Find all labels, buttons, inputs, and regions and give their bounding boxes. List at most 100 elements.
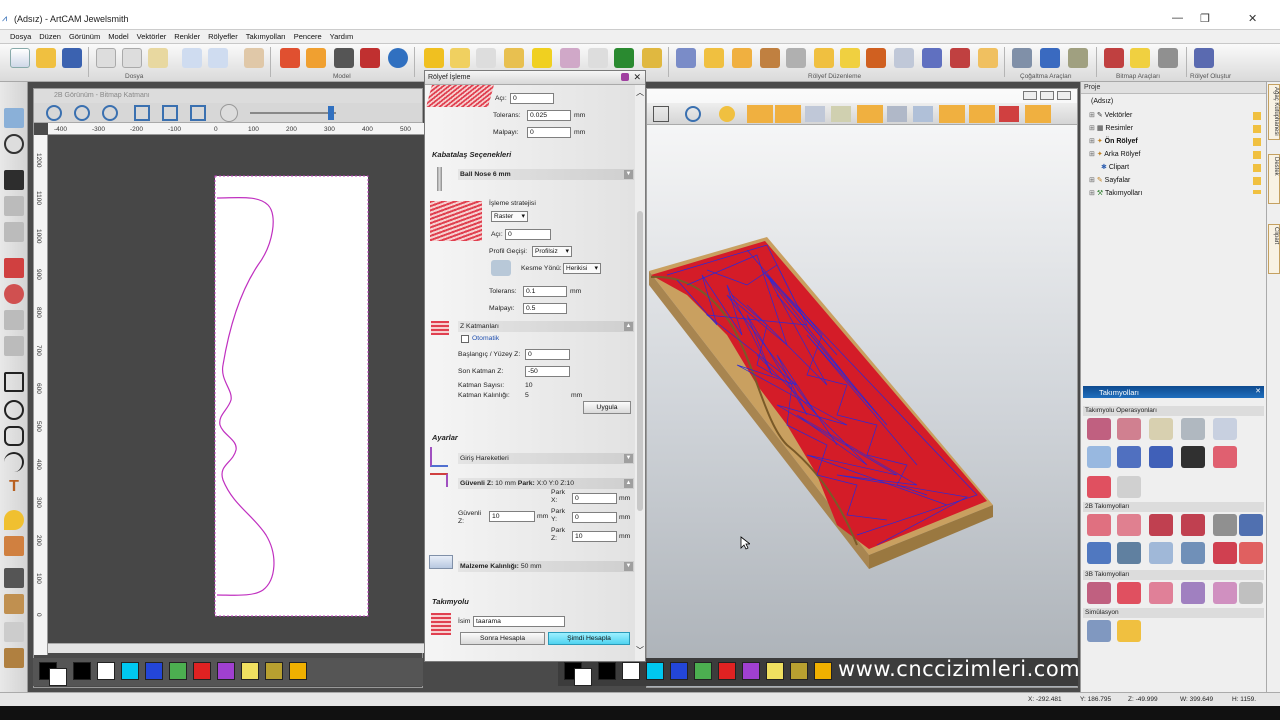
relief-sweep-icon[interactable] xyxy=(450,48,470,68)
view-3d-minimize-button[interactable] xyxy=(1023,91,1037,100)
otomatik-checkbox[interactable] xyxy=(461,335,469,343)
menu-yardim[interactable]: Yardım xyxy=(326,30,358,43)
guvenli-z-bar[interactable]: Güvenli Z: 10 mm Park: X:0 Y:0 Z:10 ▲ xyxy=(458,478,634,489)
relief-edit-4-icon[interactable] xyxy=(760,48,780,68)
redo-icon[interactable] xyxy=(208,48,228,68)
view-mode-2-icon[interactable] xyxy=(775,105,801,123)
menu-rolyefler[interactable]: Rölyefler xyxy=(204,30,242,43)
toolpath-op-1-icon[interactable] xyxy=(1087,418,1111,440)
drawing-canvas[interactable] xyxy=(48,135,424,643)
menu-vektorler[interactable]: Vektörler xyxy=(133,30,171,43)
giris-expand-icon[interactable]: ▼ xyxy=(624,454,633,463)
toolpath-2d-7-icon[interactable] xyxy=(1087,542,1111,564)
toolpath-2d-8-icon[interactable] xyxy=(1117,542,1141,564)
swatch-olive[interactable] xyxy=(790,662,808,680)
aci-input[interactable]: 0 xyxy=(505,229,551,240)
toolpath-2d-5-icon[interactable] xyxy=(1213,514,1237,536)
open-folder-icon[interactable] xyxy=(36,48,56,68)
relief-spin-icon[interactable] xyxy=(504,48,524,68)
visibility-icons[interactable] xyxy=(1253,112,1261,194)
toolpath-2d-1-icon[interactable] xyxy=(1087,514,1111,536)
menu-dosya[interactable]: Dosya xyxy=(6,30,35,43)
swatch-white-secondary[interactable] xyxy=(574,668,592,686)
zoom-page-icon[interactable] xyxy=(134,105,150,121)
toolpath-op-6-icon[interactable] xyxy=(1087,446,1111,468)
relief-cross-icon[interactable] xyxy=(476,48,496,68)
relief-create-icon[interactable] xyxy=(1194,48,1214,68)
view-mode-11-icon[interactable] xyxy=(1025,105,1051,123)
target-icon[interactable] xyxy=(4,134,24,154)
view-mode-4-icon[interactable] xyxy=(831,106,851,122)
toolpath-2d-10-icon[interactable] xyxy=(1181,542,1205,564)
tab-agac-kutuphanesi[interactable]: Ağaç Kütüphanesi xyxy=(1268,84,1280,140)
minimize-button[interactable]: — xyxy=(1172,12,1183,24)
tree-item-clipart[interactable]: ✱ Clipart xyxy=(1101,163,1129,171)
view-mode-10-icon[interactable] xyxy=(999,106,1019,122)
tab-clipart[interactable]: Clipart xyxy=(1268,224,1280,274)
son-katman-input[interactable]: -50 xyxy=(525,366,570,377)
tolerans-input[interactable]: 0.1 xyxy=(523,286,567,297)
scrollbar-thumb[interactable] xyxy=(637,211,643,511)
guvenli-z-input[interactable]: 10 xyxy=(489,511,535,522)
copy-icon[interactable] xyxy=(122,48,142,68)
tree-item-takimyollari[interactable]: ⊞ ⚒ Takımyolları xyxy=(1089,189,1142,197)
zoom-window-icon[interactable] xyxy=(162,105,178,121)
expand-plus-icon[interactable]: ⊞ xyxy=(1089,190,1095,197)
tool-expand-icon[interactable]: ▼ xyxy=(624,170,633,179)
view-mode-9-icon[interactable] xyxy=(969,105,995,123)
dialog-close-button[interactable]: ✕ xyxy=(633,72,641,83)
tree-item-vektorler[interactable]: ⊞ ✎ Vektörler xyxy=(1089,111,1132,119)
edit-icon[interactable] xyxy=(244,48,264,68)
eraser-icon[interactable] xyxy=(4,622,24,642)
toolpath-op-5-icon[interactable] xyxy=(1213,418,1237,440)
circle-icon[interactable] xyxy=(4,400,24,420)
relief-nest-icon[interactable] xyxy=(588,48,608,68)
aci-top-input[interactable]: 0 xyxy=(510,93,554,104)
relief-edit-8-icon[interactable] xyxy=(866,48,886,68)
restore-button[interactable]: ❐ xyxy=(1200,12,1210,25)
model-globe-icon[interactable] xyxy=(388,48,408,68)
toolpath-2d-11-icon[interactable] xyxy=(1213,542,1237,564)
transform-icon[interactable] xyxy=(4,222,24,242)
guvenli-collapse-icon[interactable]: ▲ xyxy=(624,479,633,488)
copy-tools-2-icon[interactable] xyxy=(1040,48,1060,68)
toolpath-op-3-icon[interactable] xyxy=(1149,418,1173,440)
park-y-input[interactable]: 0 xyxy=(572,512,617,523)
tree-item-on-rolyef[interactable]: ⊞ ✦ Ön Rölyef xyxy=(1089,137,1138,145)
malpayi-input[interactable]: 0.5 xyxy=(523,303,567,314)
swatch-yellow[interactable] xyxy=(766,662,784,680)
undo-icon[interactable] xyxy=(182,48,202,68)
line-icon[interactable] xyxy=(4,310,24,330)
giris-hareketleri-bar[interactable]: Giriş Hareketleri ▼ xyxy=(458,453,634,464)
relief-edit-10-icon[interactable] xyxy=(922,48,942,68)
tree-root[interactable]: (Adsız) xyxy=(1091,98,1113,105)
toolpath-3d-2-icon[interactable] xyxy=(1117,582,1141,604)
pin-icon[interactable] xyxy=(621,73,629,81)
view-3d-close-button[interactable] xyxy=(1057,91,1071,100)
profil-select[interactable]: Profilsiz xyxy=(532,246,572,257)
toolpath-2d-3-icon[interactable] xyxy=(1149,514,1173,536)
bitmap-tool-1-icon[interactable] xyxy=(1104,48,1124,68)
zoom-selection-icon[interactable] xyxy=(190,105,206,121)
relief-stack-icon[interactable] xyxy=(560,48,580,68)
polygon-icon[interactable] xyxy=(4,426,24,446)
isim-input[interactable]: taarama xyxy=(473,616,565,627)
relief-edit-6-icon[interactable] xyxy=(814,48,834,68)
toolpath-3d-5-icon[interactable] xyxy=(1213,582,1237,604)
simulation-2-icon[interactable] xyxy=(1117,620,1141,642)
text-icon[interactable]: T xyxy=(4,478,24,498)
copy-tools-1-icon[interactable] xyxy=(1012,48,1032,68)
view-mode-1-icon[interactable] xyxy=(747,105,773,123)
relief-edit-9-icon[interactable] xyxy=(894,48,914,68)
contrast-slider[interactable] xyxy=(250,112,336,114)
model-grayscale-icon[interactable] xyxy=(334,48,354,68)
fill-icon[interactable] xyxy=(4,284,24,304)
relief-edit-5-icon[interactable] xyxy=(786,48,806,68)
copy-tools-3-icon[interactable] xyxy=(1068,48,1088,68)
zoom-in-icon[interactable] xyxy=(46,105,62,121)
relief-edit-7-icon[interactable] xyxy=(840,48,860,68)
scroll-down-icon[interactable]: ﹀ xyxy=(636,645,644,656)
view-mode-5-icon[interactable] xyxy=(857,105,883,123)
menu-pencere[interactable]: Pencere xyxy=(290,30,326,43)
expand-plus-icon[interactable]: ⊞ xyxy=(1089,112,1095,119)
